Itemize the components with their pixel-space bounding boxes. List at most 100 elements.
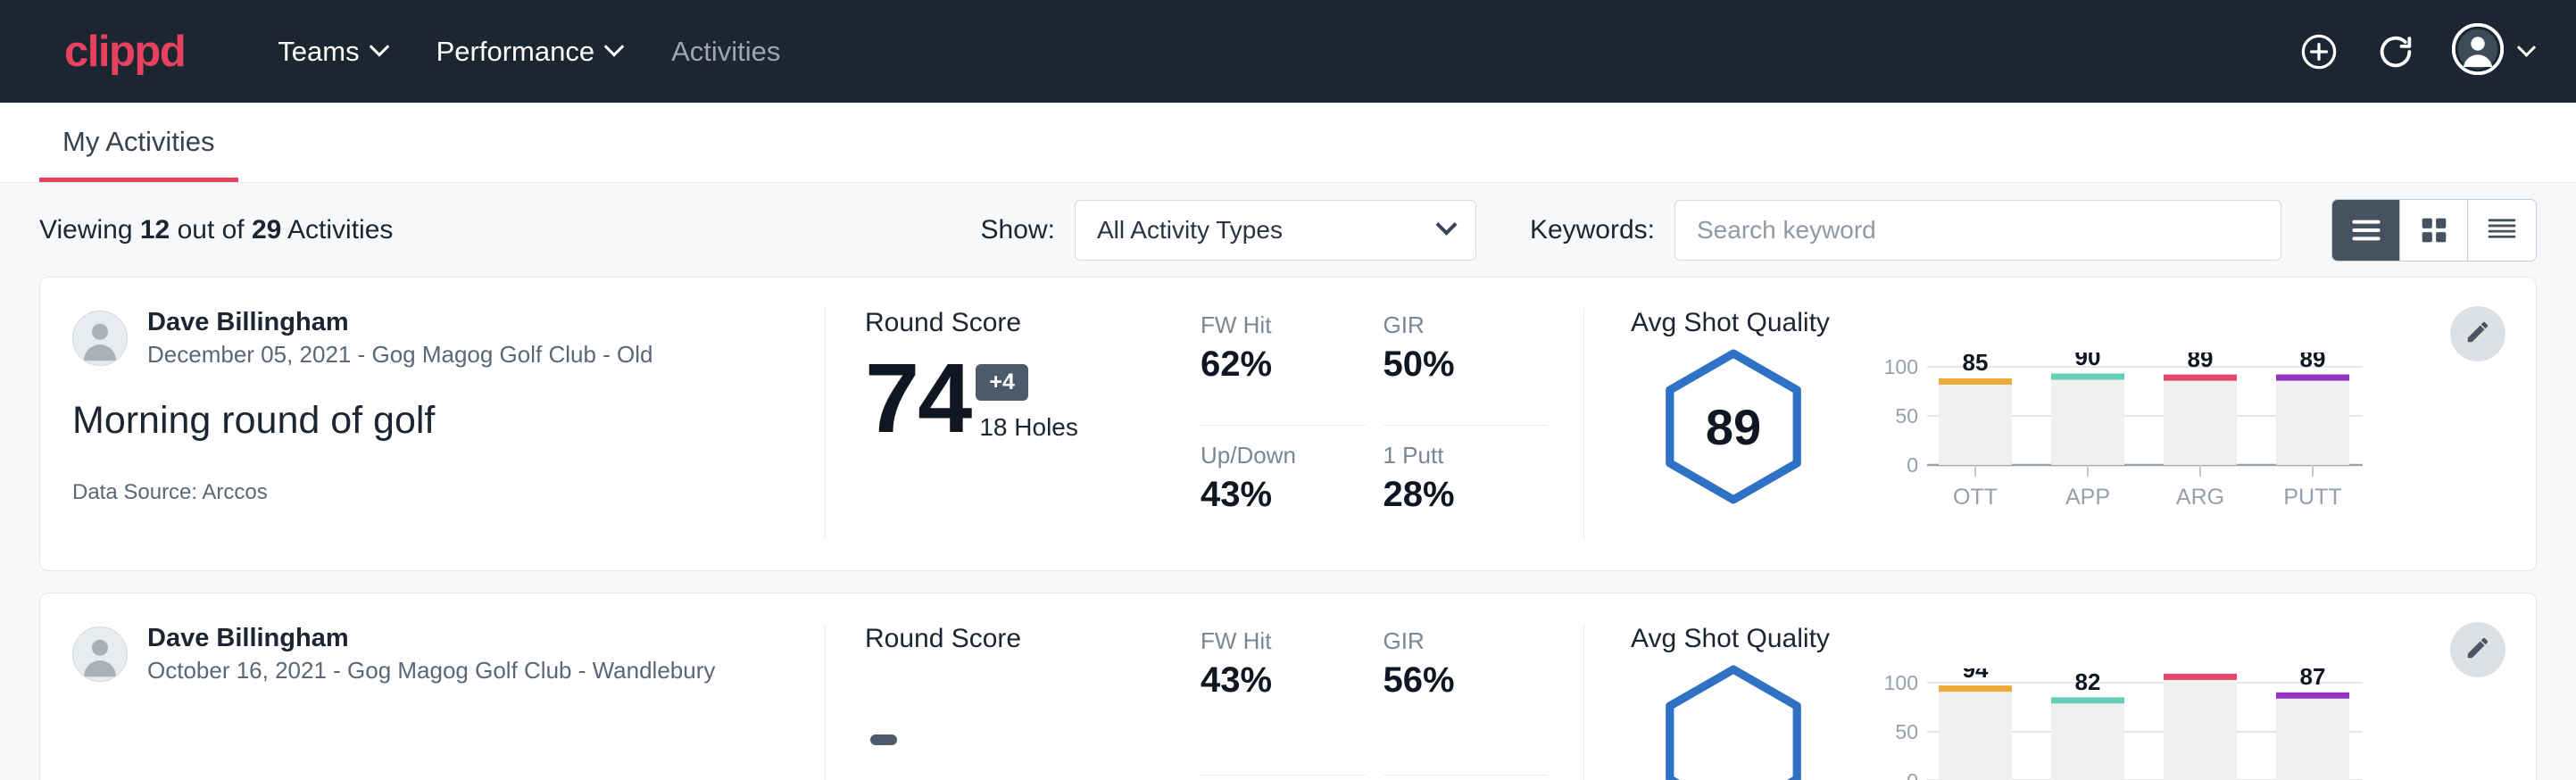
round-score-value: 74: [865, 353, 970, 446]
svg-text:89: 89: [2300, 353, 2326, 372]
stat-gir: GIR 50%: [1384, 311, 1549, 426]
author-name: Dave Billingham: [147, 624, 715, 653]
stat-value: 43%: [1201, 660, 1357, 701]
svg-text:94: 94: [1963, 668, 1989, 683]
svg-text:85: 85: [1963, 353, 1989, 376]
hexagon-container: [1653, 663, 1814, 780]
svg-text:89: 89: [2188, 353, 2214, 372]
hexagon-icon: [1653, 663, 1814, 780]
search-input[interactable]: [1674, 200, 2281, 261]
stat-value: 43%: [1201, 475, 1357, 515]
plus-circle-icon[interactable]: [2298, 31, 2339, 72]
shot-quality-hexagon: [1631, 658, 1836, 780]
round-score-column: Round Score 74 +4 18 Holes: [826, 308, 1201, 540]
stat-one-putt: 1 Putt 28%: [1384, 442, 1549, 541]
filter-toolbar: Viewing 12 out of 29 Activities Show: Al…: [0, 183, 2576, 277]
tab-my-activities[interactable]: My Activities: [39, 126, 238, 182]
score-differential-badge: +4: [976, 364, 1028, 401]
author-row: Dave Billingham December 05, 2021 - Gog …: [72, 308, 789, 369]
chevron-down-icon: [369, 37, 389, 57]
stat-fw-hit: FW Hit 43%: [1201, 627, 1366, 776]
activity-card[interactable]: Dave Billingham October 16, 2021 - Gog M…: [39, 593, 2537, 780]
pencil-icon: [2464, 319, 2491, 350]
svg-text:82: 82: [2075, 668, 2101, 695]
holes-label: 18 Holes: [979, 413, 1078, 442]
nav-item-label: Performance: [436, 36, 594, 68]
stat-value: 62%: [1201, 344, 1357, 385]
stat-label: 1 Putt: [1384, 442, 1540, 469]
stat-value: 50%: [1384, 344, 1540, 385]
edit-activity-button[interactable]: [2450, 306, 2505, 361]
chevron-down-icon: [1435, 214, 1457, 236]
stat-value: 28%: [1384, 475, 1540, 515]
hexagon-container: 89: [1653, 347, 1814, 506]
stat-label: FW Hit: [1201, 311, 1357, 339]
avg-shot-quality-value: 89: [1706, 398, 1761, 456]
viewing-prefix: Viewing: [39, 215, 140, 245]
activity-card[interactable]: Dave Billingham December 05, 2021 - Gog …: [39, 277, 2537, 571]
nav-item-activities[interactable]: Activities: [646, 27, 805, 77]
round-score-value-row: 74 +4 18 Holes: [865, 347, 1174, 445]
quality-body: 89 100 50 0: [1631, 342, 2536, 522]
primary-nav: Teams Performance Activities: [253, 27, 805, 77]
shot-quality-bar-chart: 100 50 0 94 OTT 82 APP: [1863, 658, 2372, 780]
nav-item-teams[interactable]: Teams: [253, 27, 411, 77]
svg-text:50: 50: [1895, 404, 1918, 427]
svg-text:0: 0: [1907, 769, 1918, 780]
round-score-value-row: [865, 663, 1174, 761]
svg-text:PUTT: PUTT: [2283, 485, 2341, 510]
activity-meta: December 05, 2021 - Gog Magog Golf Club …: [147, 341, 653, 369]
stat-value: 56%: [1384, 660, 1540, 701]
author-row: Dave Billingham October 16, 2021 - Gog M…: [72, 624, 789, 685]
show-label: Show:: [981, 215, 1055, 245]
activity-type-value: All Activity Types: [1097, 216, 1283, 245]
svg-text:ARG: ARG: [2176, 485, 2224, 510]
viewing-suffix: Activities: [281, 215, 393, 245]
quality-body: 100 50 0 94 OTT 82 APP: [1631, 658, 2536, 780]
viewing-total: 29: [252, 215, 281, 245]
pencil-icon: [2464, 635, 2491, 666]
top-navigation-bar: clippd Teams Performance Activities: [0, 0, 2576, 103]
list-view-button[interactable]: [2332, 200, 2400, 261]
chevron-down-icon: [604, 37, 625, 57]
round-score-column: Round Score: [826, 624, 1201, 780]
shot-quality-hexagon: 89: [1631, 342, 1836, 506]
keywords-label: Keywords:: [1530, 215, 1655, 245]
tab-label: My Activities: [62, 126, 215, 157]
avg-shot-quality-column: Avg Shot Quality 100: [1584, 624, 2536, 780]
nav-item-performance[interactable]: Performance: [411, 27, 646, 77]
app-logo[interactable]: clippd: [64, 27, 185, 77]
round-score-label: Round Score: [865, 624, 1174, 654]
svg-text:87: 87: [2300, 668, 2326, 690]
avatar: [72, 311, 128, 366]
user-menu[interactable]: [2452, 23, 2533, 79]
refresh-icon[interactable]: [2375, 31, 2416, 72]
activity-type-select[interactable]: All Activity Types: [1075, 200, 1476, 261]
avatar: [72, 626, 128, 682]
avg-shot-quality-label: Avg Shot Quality: [1631, 308, 2536, 338]
svg-text:100: 100: [1884, 355, 1918, 378]
tab-bar: My Activities: [0, 103, 2576, 183]
chevron-down-icon: [2517, 38, 2536, 57]
author-name: Dave Billingham: [147, 308, 653, 337]
svg-text:0: 0: [1907, 453, 1918, 477]
svg-text:100: 100: [1884, 671, 1918, 694]
activity-card-list: Dave Billingham December 05, 2021 - Gog …: [0, 277, 2576, 780]
author-info: Dave Billingham December 05, 2021 - Gog …: [147, 308, 653, 369]
round-stats-grid: FW Hit 62% GIR 50% Up/Down 43% 1 Putt 28…: [1201, 308, 1584, 540]
nav-item-label: Activities: [671, 36, 780, 68]
stat-gir: GIR 56%: [1384, 627, 1549, 776]
compact-view-button[interactable]: [2468, 200, 2536, 261]
stat-fw-hit: FW Hit 62%: [1201, 311, 1366, 426]
viewing-count: 12: [140, 215, 170, 245]
score-side: +4 18 Holes: [970, 347, 1078, 445]
edit-activity-button[interactable]: [2450, 622, 2505, 677]
svg-text:90: 90: [2075, 353, 2101, 370]
stat-label: FW Hit: [1201, 627, 1357, 655]
grid-view-button[interactable]: [2400, 200, 2468, 261]
svg-text:APP: APP: [2065, 485, 2110, 510]
svg-text:50: 50: [1895, 720, 1918, 743]
svg-text:106: 106: [2181, 668, 2219, 671]
score-side: [865, 663, 897, 761]
stat-label: GIR: [1384, 627, 1540, 655]
